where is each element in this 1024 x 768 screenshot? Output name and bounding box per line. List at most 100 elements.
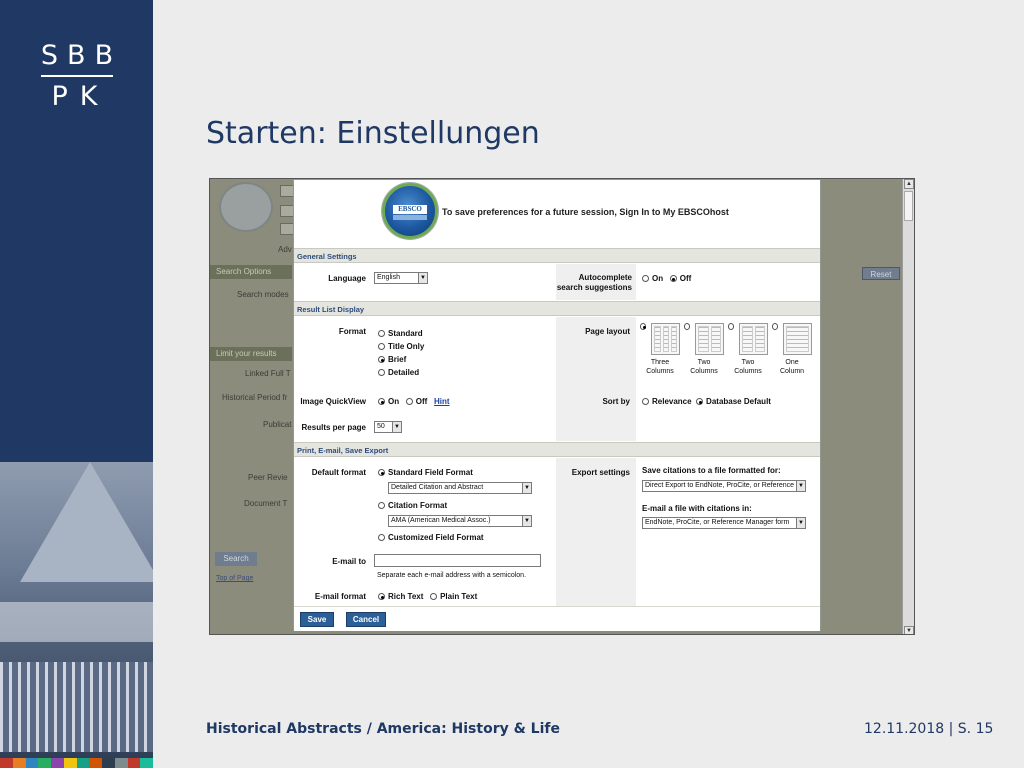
color-strip-segment (140, 758, 153, 768)
color-strip-segment (12, 758, 26, 768)
save-button[interactable]: Save (300, 612, 334, 627)
background-adv-link: Adv (278, 245, 292, 254)
sbb-pk-logo: SBB PK (0, 40, 153, 112)
format-title-only-radio[interactable] (378, 343, 385, 350)
format-standard-label: Standard (388, 329, 423, 338)
autocomplete-label: Autocomplete search suggestions (556, 273, 632, 293)
background-search-modes: Search modes (237, 290, 289, 299)
layout-column (662, 326, 669, 352)
color-strip-segment (63, 758, 77, 768)
chevron-down-icon: ▼ (522, 516, 531, 526)
citation-format-option[interactable]: Citation Format (378, 501, 447, 510)
rich-text-radio[interactable] (378, 593, 385, 600)
results-per-page-label: Results per page (301, 423, 366, 432)
page-layout-option[interactable]: Two Columns (728, 323, 768, 376)
export-middle-cell: Export settings (556, 458, 636, 606)
layout-column (754, 326, 766, 352)
email-to-input[interactable] (374, 554, 541, 567)
layout-label-line-1: Three (650, 359, 670, 366)
standard-field-select-value: Detailed Citation and Abstract (391, 484, 484, 491)
format-standard-radio[interactable] (378, 330, 385, 337)
export-right-cell: Save citations to a file formatted for: … (636, 458, 820, 606)
page-layout-radio[interactable] (728, 323, 735, 330)
cancel-button[interactable]: Cancel (346, 612, 386, 627)
save-citations-select[interactable]: Direct Export to EndNote, ProCite, or Re… (642, 480, 806, 492)
quickview-off-radio[interactable] (405, 398, 413, 405)
page-layout-option[interactable]: One Column (772, 323, 812, 376)
layout-label-line-1: Two (697, 359, 711, 366)
format-option[interactable]: Title Only (378, 340, 424, 353)
autocomplete-on-radio[interactable] (642, 275, 649, 282)
layout-label-line-1: Two (741, 359, 755, 366)
background-search-options: Search Options (210, 265, 292, 279)
standard-field-select[interactable]: Detailed Citation and Abstract ▼ (388, 482, 532, 494)
sign-in-message: To save preferences for a future session… (442, 207, 729, 217)
chevron-down-icon: ▼ (522, 483, 531, 493)
ebsco-host-logo: EBSCO (382, 183, 438, 239)
citation-format-radio[interactable] (378, 502, 385, 509)
page-layout-option[interactable]: Two Columns (684, 323, 724, 376)
customized-field-format-label: Customized Field Format (388, 533, 484, 542)
standard-field-format-option[interactable]: Standard Field Format (378, 468, 473, 477)
format-option[interactable]: Brief (378, 353, 424, 366)
scroll-down-arrow[interactable]: ▼ (904, 626, 914, 634)
page-layout-radio[interactable] (772, 323, 779, 330)
background-linked-full: Linked Full T (245, 369, 291, 378)
background-peer-review: Peer Revie (248, 473, 288, 482)
page-layout-option[interactable]: Three Columns (640, 323, 680, 376)
logo-line-1: SBB (40, 40, 123, 71)
results-per-page-select[interactable]: 50 ▼ (374, 421, 402, 433)
format-brief-radio[interactable] (378, 356, 385, 363)
page-layout-radio[interactable] (684, 323, 691, 330)
plain-text-label: Plain Text (440, 592, 478, 601)
format-option[interactable]: Standard (378, 327, 424, 340)
email-citations-label: E-mail a file with citations in: (642, 504, 752, 513)
building-photo (0, 462, 153, 758)
citation-select[interactable]: AMA (American Medical Assoc.) ▼ (388, 515, 532, 527)
email-to-label: E-mail to (332, 557, 366, 566)
ebsco-logo-subbar (393, 215, 427, 220)
citation-select-value: AMA (American Medical Assoc.) (391, 517, 491, 524)
sort-relevance-radio[interactable] (642, 398, 649, 405)
quickview-on-radio[interactable] (378, 398, 385, 405)
photo-roof (20, 462, 153, 582)
page-layout-radio[interactable] (640, 323, 647, 330)
color-strip-segment (51, 758, 64, 768)
customized-field-format-option[interactable]: Customized Field Format (378, 533, 484, 542)
scroll-up-arrow[interactable]: ▲ (904, 179, 914, 189)
general-right-cell: On Off (636, 264, 820, 300)
layout-preview-icon (783, 323, 812, 355)
email-help-text: Separate each e-mail address with a semi… (377, 572, 527, 579)
sort-default-radio[interactable] (696, 398, 704, 405)
save-citations-value: Direct Export to EndNote, ProCite, or Re… (645, 482, 795, 489)
autocomplete-off-label: Off (679, 274, 692, 283)
scrollbar[interactable]: ▲ ▼ (902, 179, 914, 634)
background-ebsco-logo (219, 182, 273, 232)
hint-link[interactable]: Hint (434, 397, 450, 406)
section-general-settings: General Settings (294, 248, 820, 263)
color-strip-segment (102, 758, 115, 768)
standard-field-format-radio[interactable] (378, 469, 385, 476)
background-top-of-page: Top of Page (216, 575, 254, 582)
page-layout-label: Page layout (585, 327, 630, 336)
autocomplete-off-radio[interactable] (669, 275, 677, 282)
result-left-cell: Format Standard Title Only Brief Detaile… (294, 317, 556, 441)
language-select[interactable]: English ▼ (374, 272, 428, 284)
email-citations-select[interactable]: EndNote, ProCite, or Reference Manager f… (642, 517, 806, 529)
photo-facade (0, 662, 153, 752)
color-strip-segment (25, 758, 39, 768)
general-middle-cell: Autocomplete search suggestions (556, 264, 636, 300)
format-option[interactable]: Detailed (378, 366, 424, 379)
background-historical-period: Historical Period fr (222, 393, 288, 402)
sidebar: SBB PK (0, 0, 153, 768)
email-format-options: Rich Text Plain Text (378, 592, 477, 601)
plain-text-radio[interactable] (430, 593, 438, 600)
layout-column (698, 326, 709, 352)
customized-field-format-radio[interactable] (378, 534, 385, 541)
scroll-thumb[interactable] (904, 191, 913, 221)
quickview-options: On Off Hint (378, 397, 450, 406)
format-detailed-radio[interactable] (378, 369, 385, 376)
format-label: Format (338, 327, 366, 336)
background-publication: Publicat (263, 420, 292, 429)
result-right-cell: Three Columns Two Columns Two Columns One Colum… (636, 317, 820, 441)
